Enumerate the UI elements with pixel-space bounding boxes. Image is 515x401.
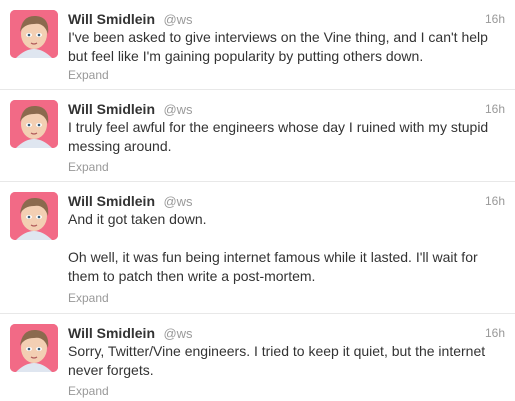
avatar-illustration-icon	[10, 10, 58, 58]
tweet-item[interactable]: Will Smidlein @ws 16h I've been asked to…	[0, 0, 515, 90]
author-name[interactable]: Will Smidlein	[68, 193, 155, 209]
author-name[interactable]: Will Smidlein	[68, 325, 155, 341]
author-handle[interactable]: @ws	[163, 194, 192, 209]
avatar-illustration-icon	[10, 100, 58, 148]
tweet-header: Will Smidlein @ws 16h	[68, 10, 505, 28]
author-handle[interactable]: @ws	[163, 12, 192, 27]
author-name[interactable]: Will Smidlein	[68, 11, 155, 27]
avatar-illustration-icon	[10, 192, 58, 240]
timeline: Will Smidlein @ws 16h I've been asked to…	[0, 0, 515, 401]
tweet-timestamp[interactable]: 16h	[485, 100, 505, 118]
expand-link[interactable]: Expand	[68, 160, 109, 174]
tweet-text: I've been asked to give interviews on th…	[68, 29, 488, 64]
tweet-text: Sorry, Twitter/Vine engineers. I tried t…	[68, 343, 486, 378]
avatar[interactable]	[10, 100, 58, 148]
tweet-timestamp[interactable]: 16h	[485, 324, 505, 342]
avatar[interactable]	[10, 10, 58, 58]
tweet-timestamp[interactable]: 16h	[485, 10, 505, 28]
tweet-text: And it got taken down. Oh well, it was f…	[68, 211, 478, 284]
tweet-header: Will Smidlein @ws 16h	[68, 100, 505, 118]
expand-link[interactable]: Expand	[68, 291, 109, 305]
avatar-illustration-icon	[10, 324, 58, 372]
expand-link[interactable]: Expand	[68, 384, 109, 398]
tweet-item[interactable]: Will Smidlein @ws 16h And it got taken d…	[0, 182, 515, 314]
expand-link[interactable]: Expand	[68, 68, 109, 82]
author-name[interactable]: Will Smidlein	[68, 101, 155, 117]
tweet-timestamp[interactable]: 16h	[485, 192, 505, 210]
tweet-header: Will Smidlein @ws 16h	[68, 192, 505, 210]
avatar[interactable]	[10, 192, 58, 240]
author-handle[interactable]: @ws	[163, 326, 192, 341]
tweet-item[interactable]: Will Smidlein @ws 16h Sorry, Twitter/Vin…	[0, 314, 515, 401]
tweet-text: I truly feel awful for the engineers who…	[68, 119, 489, 154]
author-handle[interactable]: @ws	[163, 102, 192, 117]
avatar[interactable]	[10, 324, 58, 372]
tweet-item[interactable]: Will Smidlein @ws 16h I truly feel awful…	[0, 90, 515, 182]
tweet-header: Will Smidlein @ws 16h	[68, 324, 505, 342]
